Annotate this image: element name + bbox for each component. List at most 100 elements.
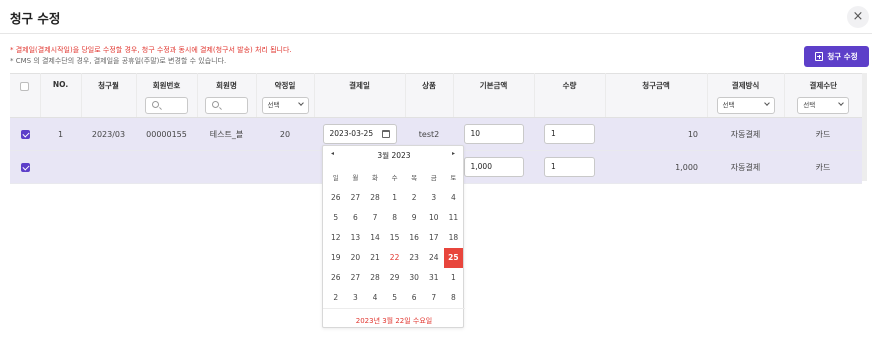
select-all-checkbox[interactable] <box>20 82 30 91</box>
calendar-day[interactable]: 2 <box>404 188 424 208</box>
calendar-day[interactable]: 29 <box>385 268 405 288</box>
cell-month: 2023/03 <box>81 117 136 151</box>
calendar-day[interactable]: 18 <box>444 228 464 248</box>
calendar-day[interactable]: 14 <box>365 228 385 248</box>
member-name-search[interactable] <box>205 97 248 114</box>
col-member-no: 회원번호 <box>136 73 198 118</box>
base-amount-input[interactable]: 10 <box>463 124 524 144</box>
edit-billing-modal: 청구 수정 × * 결제일(결제시작일)을 당일로 수정할 경우, 청구 수정과… <box>0 0 872 338</box>
search-icon <box>212 101 219 108</box>
cell-member-name: 테스트_블 <box>197 117 256 151</box>
cell-member-no: 00000155 <box>136 117 197 151</box>
member-no-search[interactable] <box>145 97 188 114</box>
calendar-day[interactable]: 15 <box>385 228 405 248</box>
calendar-day[interactable]: 13 <box>346 228 366 248</box>
qty-input[interactable]: 1 <box>544 124 595 144</box>
row-checkbox[interactable] <box>20 162 30 172</box>
calendar-day[interactable]: 30 <box>404 268 424 288</box>
calendar-day[interactable]: 7 <box>365 208 385 228</box>
calendar-day[interactable]: 5 <box>385 288 405 308</box>
col-member-name: 회원명 <box>197 73 257 118</box>
calendar-day[interactable]: 21 <box>365 248 385 268</box>
calendar-day[interactable]: 27 <box>346 188 366 208</box>
col-bill-amount: 청구금액 <box>605 73 708 118</box>
row-checkbox[interactable] <box>20 129 30 139</box>
agreed-day-select[interactable]: 선택 <box>261 97 309 114</box>
cell-pay-method: 자동결제 <box>707 117 784 151</box>
cell-bill-amount: 1,000 <box>605 150 707 184</box>
calendar-day[interactable]: 25 <box>443 248 464 268</box>
calendar-day[interactable]: 20 <box>346 248 366 268</box>
calendar-day[interactable]: 9 <box>404 208 424 228</box>
cell-agreed-day: 20 <box>256 117 314 151</box>
chevron-down-icon <box>838 100 845 106</box>
calendar-day[interactable]: 19 <box>326 248 346 268</box>
qty-input[interactable]: 1 <box>544 157 595 177</box>
calendar-day[interactable]: 28 <box>365 268 385 288</box>
pay-type-select[interactable]: 선택 <box>797 97 850 114</box>
cell-member-name <box>197 150 256 184</box>
calendar-day[interactable]: 8 <box>444 288 464 308</box>
today-label[interactable]: 2023년 3월 22일 수요일 <box>323 316 465 326</box>
calendar-grid: 일 월 화 수 목 금 토 26 27 28 1 2 3 4 5 6 7 8 9 10 11 12 13 14 15 16 17 18… <box>326 168 464 308</box>
chevron-down-icon <box>763 100 770 106</box>
col-month: 청구월 <box>81 73 137 118</box>
calendar-day[interactable]: 4 <box>365 288 385 308</box>
table-scrollbar[interactable] <box>862 73 867 181</box>
calendar-day[interactable]: 12 <box>326 228 346 248</box>
notice-warning: * 결제일(결제시작일)을 당일로 수정할 경우, 청구 수정과 동시에 결제(… <box>10 46 292 54</box>
close-icon[interactable]: × <box>847 6 869 28</box>
calendar-day[interactable]: 17 <box>424 228 444 248</box>
cell-agreed-day <box>256 150 314 184</box>
table-header-row: NO. 청구월 회원번호 회원명 약정일 선택 결제일 상품 기본금액 수량 청구… <box>10 73 862 118</box>
notice-info: * CMS 의 결제수단의 경우, 결제일을 공휴일(주말)로 변경할 수 있습… <box>10 57 227 65</box>
weekday-label: 토 <box>450 174 457 182</box>
calendar-day[interactable]: 22 <box>385 248 405 268</box>
calendar-day[interactable]: 6 <box>346 208 366 228</box>
col-base-amount: 기본금액 <box>453 73 535 118</box>
calendar-day[interactable]: 11 <box>444 208 464 228</box>
calendar-day[interactable]: 27 <box>346 268 366 288</box>
weekday-label: 화 <box>371 174 378 182</box>
base-amount-input[interactable]: 1,000 <box>463 157 524 177</box>
weekday-label: 일 <box>332 174 339 182</box>
next-month-icon[interactable]: ▸ <box>452 150 455 157</box>
col-product: 상품 <box>405 73 454 118</box>
cell-bill-amount: 10 <box>605 117 707 151</box>
calendar-day[interactable]: 8 <box>385 208 405 228</box>
calendar-day[interactable]: 4 <box>444 188 464 208</box>
cell-member-no <box>136 150 197 184</box>
calendar-day[interactable]: 6 <box>404 288 424 308</box>
calendar-day[interactable]: 10 <box>424 208 444 228</box>
document-plus-icon <box>815 52 824 61</box>
calendar-day[interactable]: 26 <box>326 188 346 208</box>
calendar-day[interactable]: 1 <box>385 188 405 208</box>
calendar-day[interactable]: 7 <box>424 288 444 308</box>
cell-no: 1 <box>40 117 81 151</box>
calendar-day[interactable]: 31 <box>424 268 444 288</box>
calendar-day[interactable]: 3 <box>424 188 444 208</box>
calendar-day[interactable]: 26 <box>326 268 346 288</box>
edit-billing-button[interactable]: 청구 수정 <box>804 46 869 67</box>
month-label: 3월 2023 <box>377 151 411 160</box>
calendar-day[interactable]: 1 <box>444 268 464 288</box>
col-pay-type: 결제수단 선택 <box>784 73 862 118</box>
weekday-label: 수 <box>391 174 398 182</box>
edit-billing-button-label: 청구 수정 <box>827 52 858 61</box>
calendar-day[interactable]: 28 <box>365 188 385 208</box>
calendar-day[interactable]: 3 <box>346 288 366 308</box>
modal-title: 청구 수정 <box>10 11 61 26</box>
calendar-day[interactable]: 2 <box>326 288 346 308</box>
cell-pay-type: 카드 <box>784 150 862 184</box>
pay-method-select[interactable]: 선택 <box>716 97 775 114</box>
calendar-day[interactable]: 5 <box>326 208 346 228</box>
cell-no <box>40 150 81 184</box>
pay-date-input[interactable]: 2023-03-25 <box>322 124 397 144</box>
date-picker: ◂ 3월 2023 ▸ 일 월 화 수 목 금 토 26 27 28 1 2 3 4 5 6 7 8 9 10 11 12… <box>322 145 465 328</box>
calendar-day[interactable]: 16 <box>404 228 424 248</box>
calendar-day[interactable]: 24 <box>424 248 444 268</box>
col-agreed-day: 약정일 선택 <box>256 73 315 118</box>
chevron-down-icon <box>297 100 304 106</box>
calendar-day[interactable]: 23 <box>404 248 424 268</box>
calendar-icon[interactable] <box>381 130 390 138</box>
